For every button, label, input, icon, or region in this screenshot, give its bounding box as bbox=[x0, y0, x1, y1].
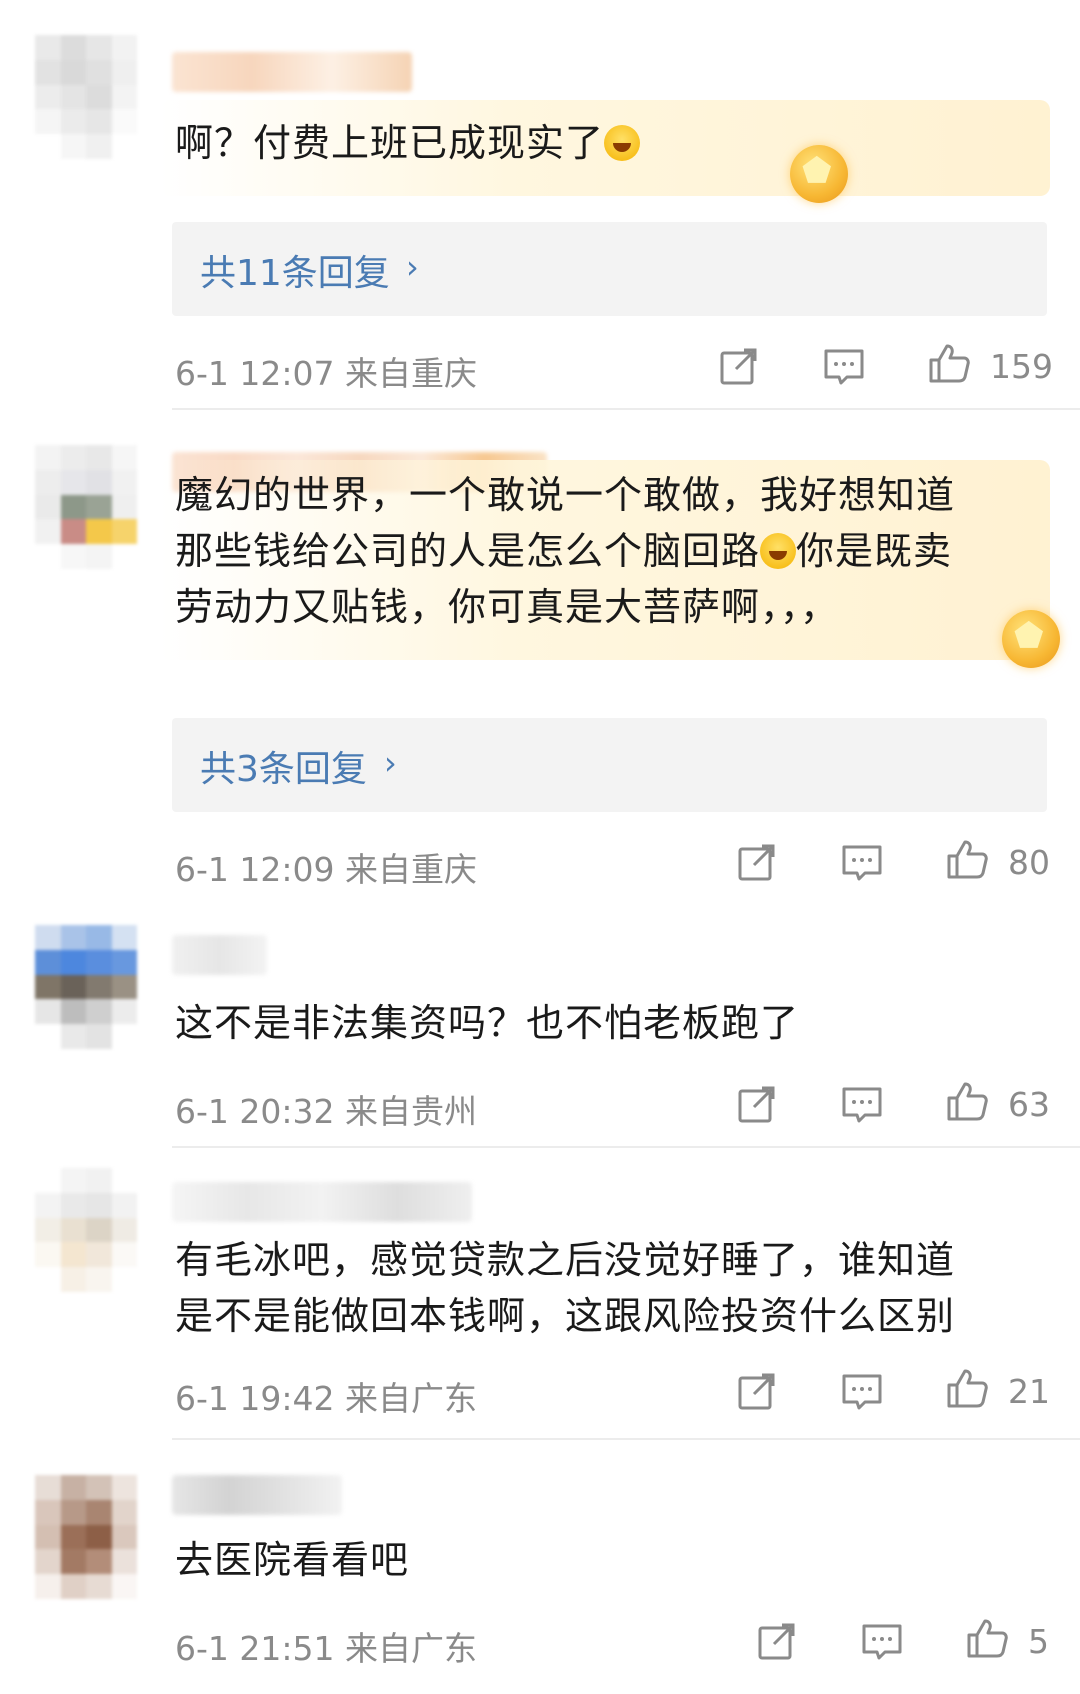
timestamp: 6-1 12:07 bbox=[175, 354, 335, 393]
replies-button[interactable]: 共11条回复 › bbox=[172, 222, 1047, 316]
comment-item: 有毛冰吧，感觉贷款之后没觉好睡了，谁知道 是不是能做回本钱啊，这跟风险投资什么区… bbox=[0, 1150, 1080, 1440]
comment-text: 有毛冰吧，感觉贷款之后没觉好睡了，谁知道 是不是能做回本钱啊，这跟风险投资什么区… bbox=[175, 1238, 956, 1338]
replies-label: 共11条回复 bbox=[200, 253, 390, 294]
share-icon[interactable] bbox=[756, 1620, 798, 1662]
thumbs-up-icon[interactable] bbox=[966, 1617, 1008, 1659]
like-count: 21 bbox=[1008, 1372, 1050, 1411]
share-icon[interactable] bbox=[736, 1083, 778, 1125]
like-count: 63 bbox=[1008, 1085, 1050, 1124]
chevron-right-icon: › bbox=[384, 744, 397, 782]
username-blurred[interactable] bbox=[172, 52, 412, 92]
comment-icon[interactable] bbox=[861, 1620, 903, 1662]
share-icon[interactable] bbox=[718, 345, 760, 387]
comment-text: 魔幻的世界，一个敢说一个敢做，我好想知道 那些钱给公司的人是怎么个脑回路 你是既卖… bbox=[175, 473, 956, 629]
comment-meta: 6-1 12:07 来自重庆 bbox=[175, 347, 477, 395]
location: 来自贵州 bbox=[345, 1092, 477, 1131]
laughing-emoji-icon bbox=[760, 533, 797, 569]
replies-button[interactable]: 共3条回复 › bbox=[172, 718, 1047, 812]
comment-meta: 6-1 12:09 来自重庆 bbox=[175, 843, 477, 891]
comment-icon[interactable] bbox=[841, 1083, 883, 1125]
laughing-emoji-icon bbox=[604, 125, 641, 161]
avatar[interactable] bbox=[35, 925, 137, 1049]
thumbs-up-icon[interactable] bbox=[946, 1080, 988, 1122]
comment-meta: 6-1 20:32 来自贵州 bbox=[175, 1085, 477, 1133]
like-count: 159 bbox=[990, 347, 1053, 386]
comment-text: 啊？付费上班已成现实了 bbox=[175, 115, 641, 171]
like-count: 80 bbox=[1008, 843, 1050, 882]
comment-meta: 6-1 21:51 来自广东 bbox=[175, 1622, 477, 1670]
thumbs-up-icon[interactable] bbox=[946, 1367, 988, 1409]
location: 来自广东 bbox=[345, 1629, 477, 1668]
location: 来自重庆 bbox=[345, 850, 477, 889]
username-blurred[interactable] bbox=[172, 935, 267, 975]
comment-meta: 6-1 19:42 来自广东 bbox=[175, 1372, 477, 1420]
comment-item: 这不是非法集资吗？也不怕老板跑了 6-1 20:32 来自贵州 63 bbox=[0, 900, 1080, 1150]
username-blurred[interactable] bbox=[172, 1182, 472, 1222]
chevron-right-icon: › bbox=[406, 248, 419, 286]
like-count: 5 bbox=[1028, 1622, 1049, 1661]
comment-icon[interactable] bbox=[823, 345, 865, 387]
location: 来自重庆 bbox=[345, 354, 477, 393]
share-icon[interactable] bbox=[736, 1370, 778, 1412]
username-blurred[interactable] bbox=[172, 1475, 342, 1515]
comment-text: 去医院看看吧 bbox=[175, 1538, 410, 1582]
avatar[interactable] bbox=[35, 35, 137, 159]
comment-icon[interactable] bbox=[841, 1370, 883, 1412]
timestamp: 6-1 20:32 bbox=[175, 1092, 335, 1131]
timestamp: 6-1 21:51 bbox=[175, 1629, 335, 1668]
avatar[interactable] bbox=[35, 1475, 137, 1599]
timestamp: 6-1 19:42 bbox=[175, 1379, 335, 1418]
location: 来自广东 bbox=[345, 1379, 477, 1418]
avatar[interactable] bbox=[35, 1168, 137, 1292]
replies-label: 共3条回复 bbox=[200, 749, 367, 790]
comment-text: 这不是非法集资吗？也不怕老板跑了 bbox=[175, 1001, 800, 1045]
comment-icon[interactable] bbox=[841, 841, 883, 883]
thumbs-up-icon[interactable] bbox=[946, 838, 988, 880]
avatar[interactable] bbox=[35, 445, 137, 569]
share-icon[interactable] bbox=[736, 841, 778, 883]
fan-badge-icon bbox=[790, 145, 848, 203]
thumbs-up-icon[interactable] bbox=[928, 342, 970, 384]
comment-item: 去医院看看吧 6-1 21:51 来自广东 5 bbox=[0, 1440, 1080, 1694]
divider bbox=[172, 1146, 1080, 1148]
comment-item: 啊？付费上班已成现实了 共11条回复 › 6-1 12:07 来自重庆 159 bbox=[0, 0, 1080, 410]
fan-badge-icon bbox=[1002, 610, 1060, 668]
timestamp: 6-1 12:09 bbox=[175, 850, 335, 889]
comment-item: 魔幻的世界，一个敢说一个敢做，我好想知道 那些钱给公司的人是怎么个脑回路 你是既卖… bbox=[0, 410, 1080, 900]
